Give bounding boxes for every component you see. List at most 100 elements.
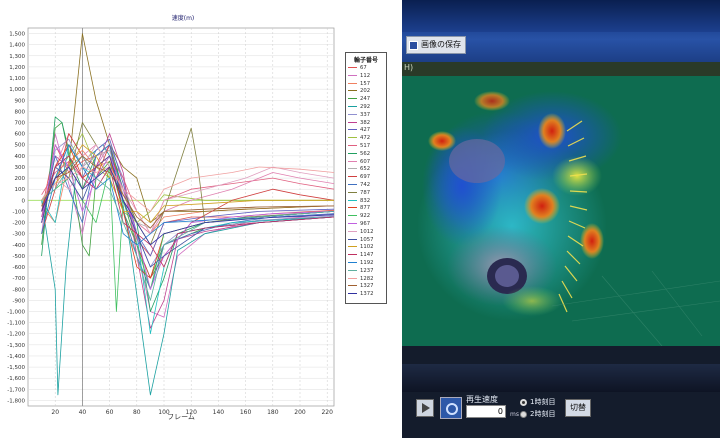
legend-title: 輪子番号 xyxy=(353,57,378,64)
time-1-radio[interactable]: 1時刻目 xyxy=(520,397,555,407)
x-tick-label: 180 xyxy=(267,409,279,416)
y-tick-label: 200 xyxy=(15,176,26,182)
legend-label: 1147 xyxy=(360,252,374,259)
x-tick-label: 80 xyxy=(133,409,141,416)
legend-item: 1237 xyxy=(348,268,373,276)
legend-item: 562 xyxy=(348,151,373,159)
legend-swatch xyxy=(348,137,357,139)
legend-item: 1012 xyxy=(348,229,373,237)
viewer-top-bar xyxy=(402,0,720,32)
legend-swatch xyxy=(348,191,357,193)
legend-label: 247 xyxy=(360,96,371,103)
y-tick-label: 1,400 xyxy=(9,43,25,49)
legend-item: 112 xyxy=(348,73,373,81)
save-image-button[interactable]: 画像の保存 xyxy=(406,36,466,54)
y-tick-label: 1,300 xyxy=(9,54,25,60)
save-image-label: 画像の保存 xyxy=(421,40,461,49)
timeline-bar xyxy=(402,364,720,392)
y-tick-label: 400 xyxy=(15,154,26,160)
y-tick-label: -1,200 xyxy=(7,332,25,338)
legend-label: 337 xyxy=(360,111,371,118)
legend-item: 1327 xyxy=(348,283,373,291)
legend-label: 832 xyxy=(360,197,371,204)
3d-scene[interactable] xyxy=(402,76,720,346)
legend-swatch xyxy=(348,168,357,170)
legend-swatch xyxy=(348,98,357,100)
y-axis-ticks: 1,500 1,400 1,300 1,200 1,100 1,000 900 800 700 6… xyxy=(7,32,25,405)
switch-button[interactable]: 切替 xyxy=(565,399,591,417)
legend-swatch xyxy=(348,144,357,146)
y-tick-label: -300 xyxy=(13,232,26,238)
play-button[interactable] xyxy=(416,399,434,417)
y-tick-label: -100 xyxy=(13,209,26,215)
legend-label: 1282 xyxy=(360,275,374,282)
legend-swatch xyxy=(348,176,357,178)
playback-speed-label: 再生速度 xyxy=(466,395,498,404)
legend-label: 607 xyxy=(360,158,371,165)
legend-item: 787 xyxy=(348,190,373,198)
x-tick-label: 60 xyxy=(106,409,114,416)
radio-dot xyxy=(520,410,527,418)
record-button[interactable] xyxy=(440,397,462,419)
y-tick-label: 600 xyxy=(15,132,26,138)
legend-item: 247 xyxy=(348,96,373,104)
playback-speed-input[interactable]: 0 xyxy=(466,405,506,418)
3d-viewer-panel: 画像の保存 H) 再生速度 0 ms 1時刻目 2時刻目 切替 xyxy=(402,0,720,438)
y-tick-label: 0 xyxy=(22,198,26,204)
y-tick-label: 1,200 xyxy=(9,65,25,71)
y-tick-label: 1,500 xyxy=(9,32,25,38)
legend-item: 877 xyxy=(348,205,373,213)
legend-item: 1147 xyxy=(348,252,373,260)
legend-label: 1012 xyxy=(360,228,374,235)
x-tick-label: 140 xyxy=(213,409,225,416)
y-tick-label: -1,700 xyxy=(7,387,25,393)
legend-item: 832 xyxy=(348,198,373,206)
legend-label: 1372 xyxy=(360,291,374,298)
legend-item: 67 xyxy=(348,65,373,73)
legend-label: 652 xyxy=(360,166,371,173)
legend-label: 472 xyxy=(360,135,371,142)
legend-item: 1102 xyxy=(348,244,373,252)
legend-swatch xyxy=(348,129,357,131)
time-1-label: 1時刻目 xyxy=(530,398,556,406)
y-tick-label: 1,000 xyxy=(9,87,25,93)
y-tick-label: 900 xyxy=(15,98,26,104)
strip-label: H) xyxy=(404,63,414,72)
legend-item: 652 xyxy=(348,166,373,174)
time-2-radio[interactable]: 2時刻目 xyxy=(520,409,555,419)
chart-svg: 速度(m) 1,500 1,400 1,300 1,200 1,100 1,000 900 8… xyxy=(7,14,335,421)
legend-swatch xyxy=(348,261,357,263)
legend-label: 517 xyxy=(360,142,371,149)
legend-items: 67 112 157 202 247 292 337 382 427 472 517 562 607 65… xyxy=(348,65,373,299)
x-tick-label: 20 xyxy=(51,409,59,416)
y-tick-label: -1,300 xyxy=(7,343,25,349)
x-tick-label: 220 xyxy=(321,409,333,416)
x-tick-label: 40 xyxy=(79,409,87,416)
time-2-label: 2時刻目 xyxy=(530,410,556,418)
y-tick-label: 100 xyxy=(15,187,26,193)
legend-swatch xyxy=(348,183,357,185)
legend-label: 787 xyxy=(360,189,371,196)
legend-swatch xyxy=(348,215,357,217)
y-tick-label: 700 xyxy=(15,121,26,127)
y-tick-label: -500 xyxy=(13,254,26,260)
radio-dot-selected xyxy=(520,398,527,406)
legend-item: 157 xyxy=(348,81,373,89)
legend-item: 337 xyxy=(348,112,373,120)
legend-swatch xyxy=(348,160,357,162)
y-tick-label: -1,000 xyxy=(7,310,25,316)
y-tick-label: -600 xyxy=(13,265,26,271)
legend-label: 742 xyxy=(360,181,371,188)
legend-item: 922 xyxy=(348,213,373,221)
velocity-chart: 速度(m) 1,500 1,400 1,300 1,200 1,100 1,000 900 8… xyxy=(0,0,402,438)
legend-swatch xyxy=(348,269,357,271)
y-tick-label: -1,100 xyxy=(7,321,25,327)
legend-item: 382 xyxy=(348,120,373,128)
legend-label: 922 xyxy=(360,213,371,220)
y-tick-label: 500 xyxy=(15,143,26,149)
legend-swatch xyxy=(348,222,357,224)
legend-swatch xyxy=(348,285,357,287)
heatmap-render xyxy=(402,76,720,346)
legend-label: 292 xyxy=(360,103,371,110)
floppy-disk-icon xyxy=(409,40,418,50)
